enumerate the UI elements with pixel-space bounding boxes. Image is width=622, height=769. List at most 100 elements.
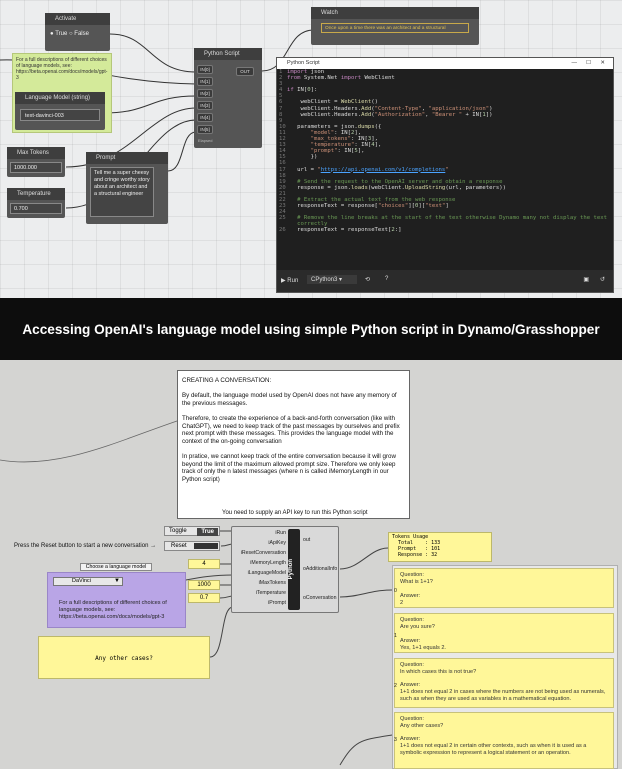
- banner-title: Accessing OpenAI's language model using …: [22, 321, 600, 337]
- toggle-label: Toggle: [169, 528, 187, 534]
- gh-python-component[interactable]: iRun iApiKey iResetConversation iMemoryL…: [231, 526, 339, 613]
- engine-select[interactable]: CPython3 ▾: [307, 275, 357, 284]
- python-output-port[interactable]: OUT: [236, 67, 254, 76]
- answer-text: Yes, 1+1 equals 2.: [400, 645, 446, 651]
- grasshopper-canvas[interactable]: CREATING A CONVERSATION: By default, the…: [0, 360, 622, 769]
- title-banner: Accessing OpenAI's language model using …: [0, 298, 622, 360]
- reset-hint: Press the Reset button to start a new co…: [14, 543, 157, 549]
- language-model-input[interactable]: text-davinci-003: [20, 109, 100, 121]
- question-text: Any other cases?: [400, 723, 444, 729]
- python-input-port[interactable]: IN[4]: [197, 113, 213, 122]
- conversation-item: Question: Any other cases? Answer: 1+1 d…: [394, 712, 614, 769]
- activate-node[interactable]: Activate ● True ○ False: [45, 13, 110, 51]
- help-icon[interactable]: ?: [385, 276, 388, 282]
- input-param[interactable]: iResetConversation: [232, 550, 286, 556]
- item-index: 0: [394, 588, 397, 594]
- output-param[interactable]: oConversation: [303, 595, 336, 601]
- max-tokens-title: Max Tokens: [7, 147, 65, 159]
- input-param[interactable]: iMemoryLength: [232, 560, 286, 566]
- engine-label: CPython3: [311, 277, 338, 283]
- input-param[interactable]: iLanguageModel: [232, 570, 286, 576]
- max-tokens-input[interactable]: 1000: [188, 580, 220, 590]
- temperature-node[interactable]: Temperature 0.700: [7, 188, 65, 218]
- python-node-title: Python Script: [194, 48, 262, 60]
- item-index: 2: [394, 683, 397, 689]
- output-param[interactable]: out: [303, 537, 310, 543]
- prompt-panel[interactable]: Any other cases?: [38, 636, 210, 679]
- answer-text: 1+1 does not equal 2 in certain other co…: [400, 743, 587, 756]
- input-param[interactable]: iMaxTokens: [232, 580, 286, 586]
- conversation-item: Question: What is 1+1? Answer: 2: [394, 568, 614, 608]
- question-text: Are you sure?: [400, 624, 435, 630]
- python-input-port[interactable]: IN[2]: [197, 89, 213, 98]
- question-label: Question:: [400, 662, 424, 668]
- python-editor-window[interactable]: Python Script — ☐ ✕ 1 import json 2 from S…: [276, 57, 614, 293]
- watch-value: Once upon a time there was an architect …: [321, 23, 469, 33]
- toggle-component[interactable]: Toggle True: [164, 526, 220, 536]
- dynamo-canvas[interactable]: Activate ● True ○ False For a full descr…: [0, 0, 622, 298]
- question-text: In which cases this is not true?: [400, 669, 477, 675]
- temperature-input[interactable]: 0.7: [188, 593, 220, 603]
- prompt-title: Prompt: [86, 152, 168, 164]
- answer-text: 2: [400, 600, 404, 606]
- reset-button-face[interactable]: [194, 543, 218, 549]
- minimize-icon[interactable]: —: [572, 58, 578, 69]
- prompt-node[interactable]: Prompt Tell me a super cheesy and cringe…: [86, 152, 168, 224]
- code-editor[interactable]: 1 import json 2 from System.Net import Web…: [277, 69, 613, 270]
- question-label: Question:: [400, 572, 424, 578]
- input-param[interactable]: iPrompt: [232, 600, 286, 606]
- model-caption: Choose a language model: [80, 563, 152, 571]
- python-badge: Python: [288, 529, 300, 610]
- true-label: True: [55, 31, 68, 37]
- close-icon[interactable]: ✕: [600, 58, 605, 69]
- answer-label: Answer:: [400, 638, 421, 644]
- editor-title: Python Script: [287, 60, 320, 66]
- editor-toolbar: ▶ Run CPython3 ▾ ⟲ ? ▣ ↺: [277, 270, 613, 292]
- input-param[interactable]: iApiKey: [232, 540, 286, 546]
- save-icon[interactable]: ▣: [583, 276, 589, 283]
- reset-button[interactable]: Reset: [164, 541, 220, 551]
- item-index: 1: [394, 633, 397, 639]
- temperature-input[interactable]: 0.700: [10, 203, 62, 214]
- toggle-value[interactable]: True: [197, 528, 218, 536]
- answer-label: Answer:: [400, 593, 421, 599]
- input-param[interactable]: iTemperature: [232, 590, 286, 596]
- run-label: Run: [287, 278, 299, 284]
- revert-icon[interactable]: ↺: [600, 276, 605, 283]
- python-lacing: Elapsed: [198, 138, 213, 143]
- model-dropdown[interactable]: DaVinci ▼: [53, 577, 123, 586]
- model-note: For a full descriptions of different cho…: [59, 600, 167, 620]
- language-model-title: Language Model (string): [15, 92, 105, 104]
- model-value: DaVinci: [72, 578, 91, 584]
- python-input-port[interactable]: IN[0]: [197, 65, 213, 74]
- python-input-port[interactable]: IN[5]: [197, 125, 213, 134]
- conversation-item: Question: Are you sure? Answer: Yes, 1+1…: [394, 613, 614, 653]
- activate-title: Activate: [45, 13, 110, 25]
- dropdown-arrow-icon[interactable]: ▼: [114, 578, 120, 585]
- input-param[interactable]: iRun: [232, 530, 286, 536]
- language-model-node[interactable]: Language Model (string) text-davinci-003: [15, 92, 105, 130]
- python-badge-label: Python: [288, 559, 294, 580]
- python-script-node[interactable]: Python Script IN[0] IN[1] IN[2] IN[3] IN…: [194, 48, 262, 148]
- question-text: What is 1+1?: [400, 579, 433, 585]
- item-index: 3: [394, 737, 397, 743]
- run-button[interactable]: ▶ Run: [281, 277, 298, 284]
- python-input-port[interactable]: IN[1]: [197, 77, 213, 86]
- reset-label: Reset: [171, 543, 187, 549]
- python-input-port[interactable]: IN[3]: [197, 101, 213, 110]
- conversation-item: Question: In which cases this is not tru…: [394, 658, 614, 708]
- note-top-text: For a full descriptions of different cho…: [16, 57, 108, 81]
- watch-node[interactable]: Watch Once upon a time there was an arch…: [311, 7, 479, 45]
- memory-length-input[interactable]: 4: [188, 559, 220, 569]
- tokens-usage-panel: Tokens Usage Total : 133 Prompt : 101 Re…: [388, 532, 492, 562]
- migration-icon[interactable]: ⟲: [365, 276, 370, 283]
- temperature-title: Temperature: [7, 188, 65, 200]
- question-label: Question:: [400, 716, 424, 722]
- prompt-input[interactable]: Tell me a super cheesy and cringe worthy…: [90, 167, 154, 217]
- answer-text: 1+1 does not equal 2 in cases where the …: [400, 689, 606, 702]
- answer-label: Answer:: [400, 736, 421, 742]
- max-tokens-node[interactable]: Max Tokens 1000.000: [7, 147, 65, 177]
- max-tokens-input[interactable]: 1000.000: [10, 162, 62, 173]
- maximize-icon[interactable]: ☐: [586, 58, 591, 69]
- output-param[interactable]: oAdditionalInfo: [303, 566, 337, 572]
